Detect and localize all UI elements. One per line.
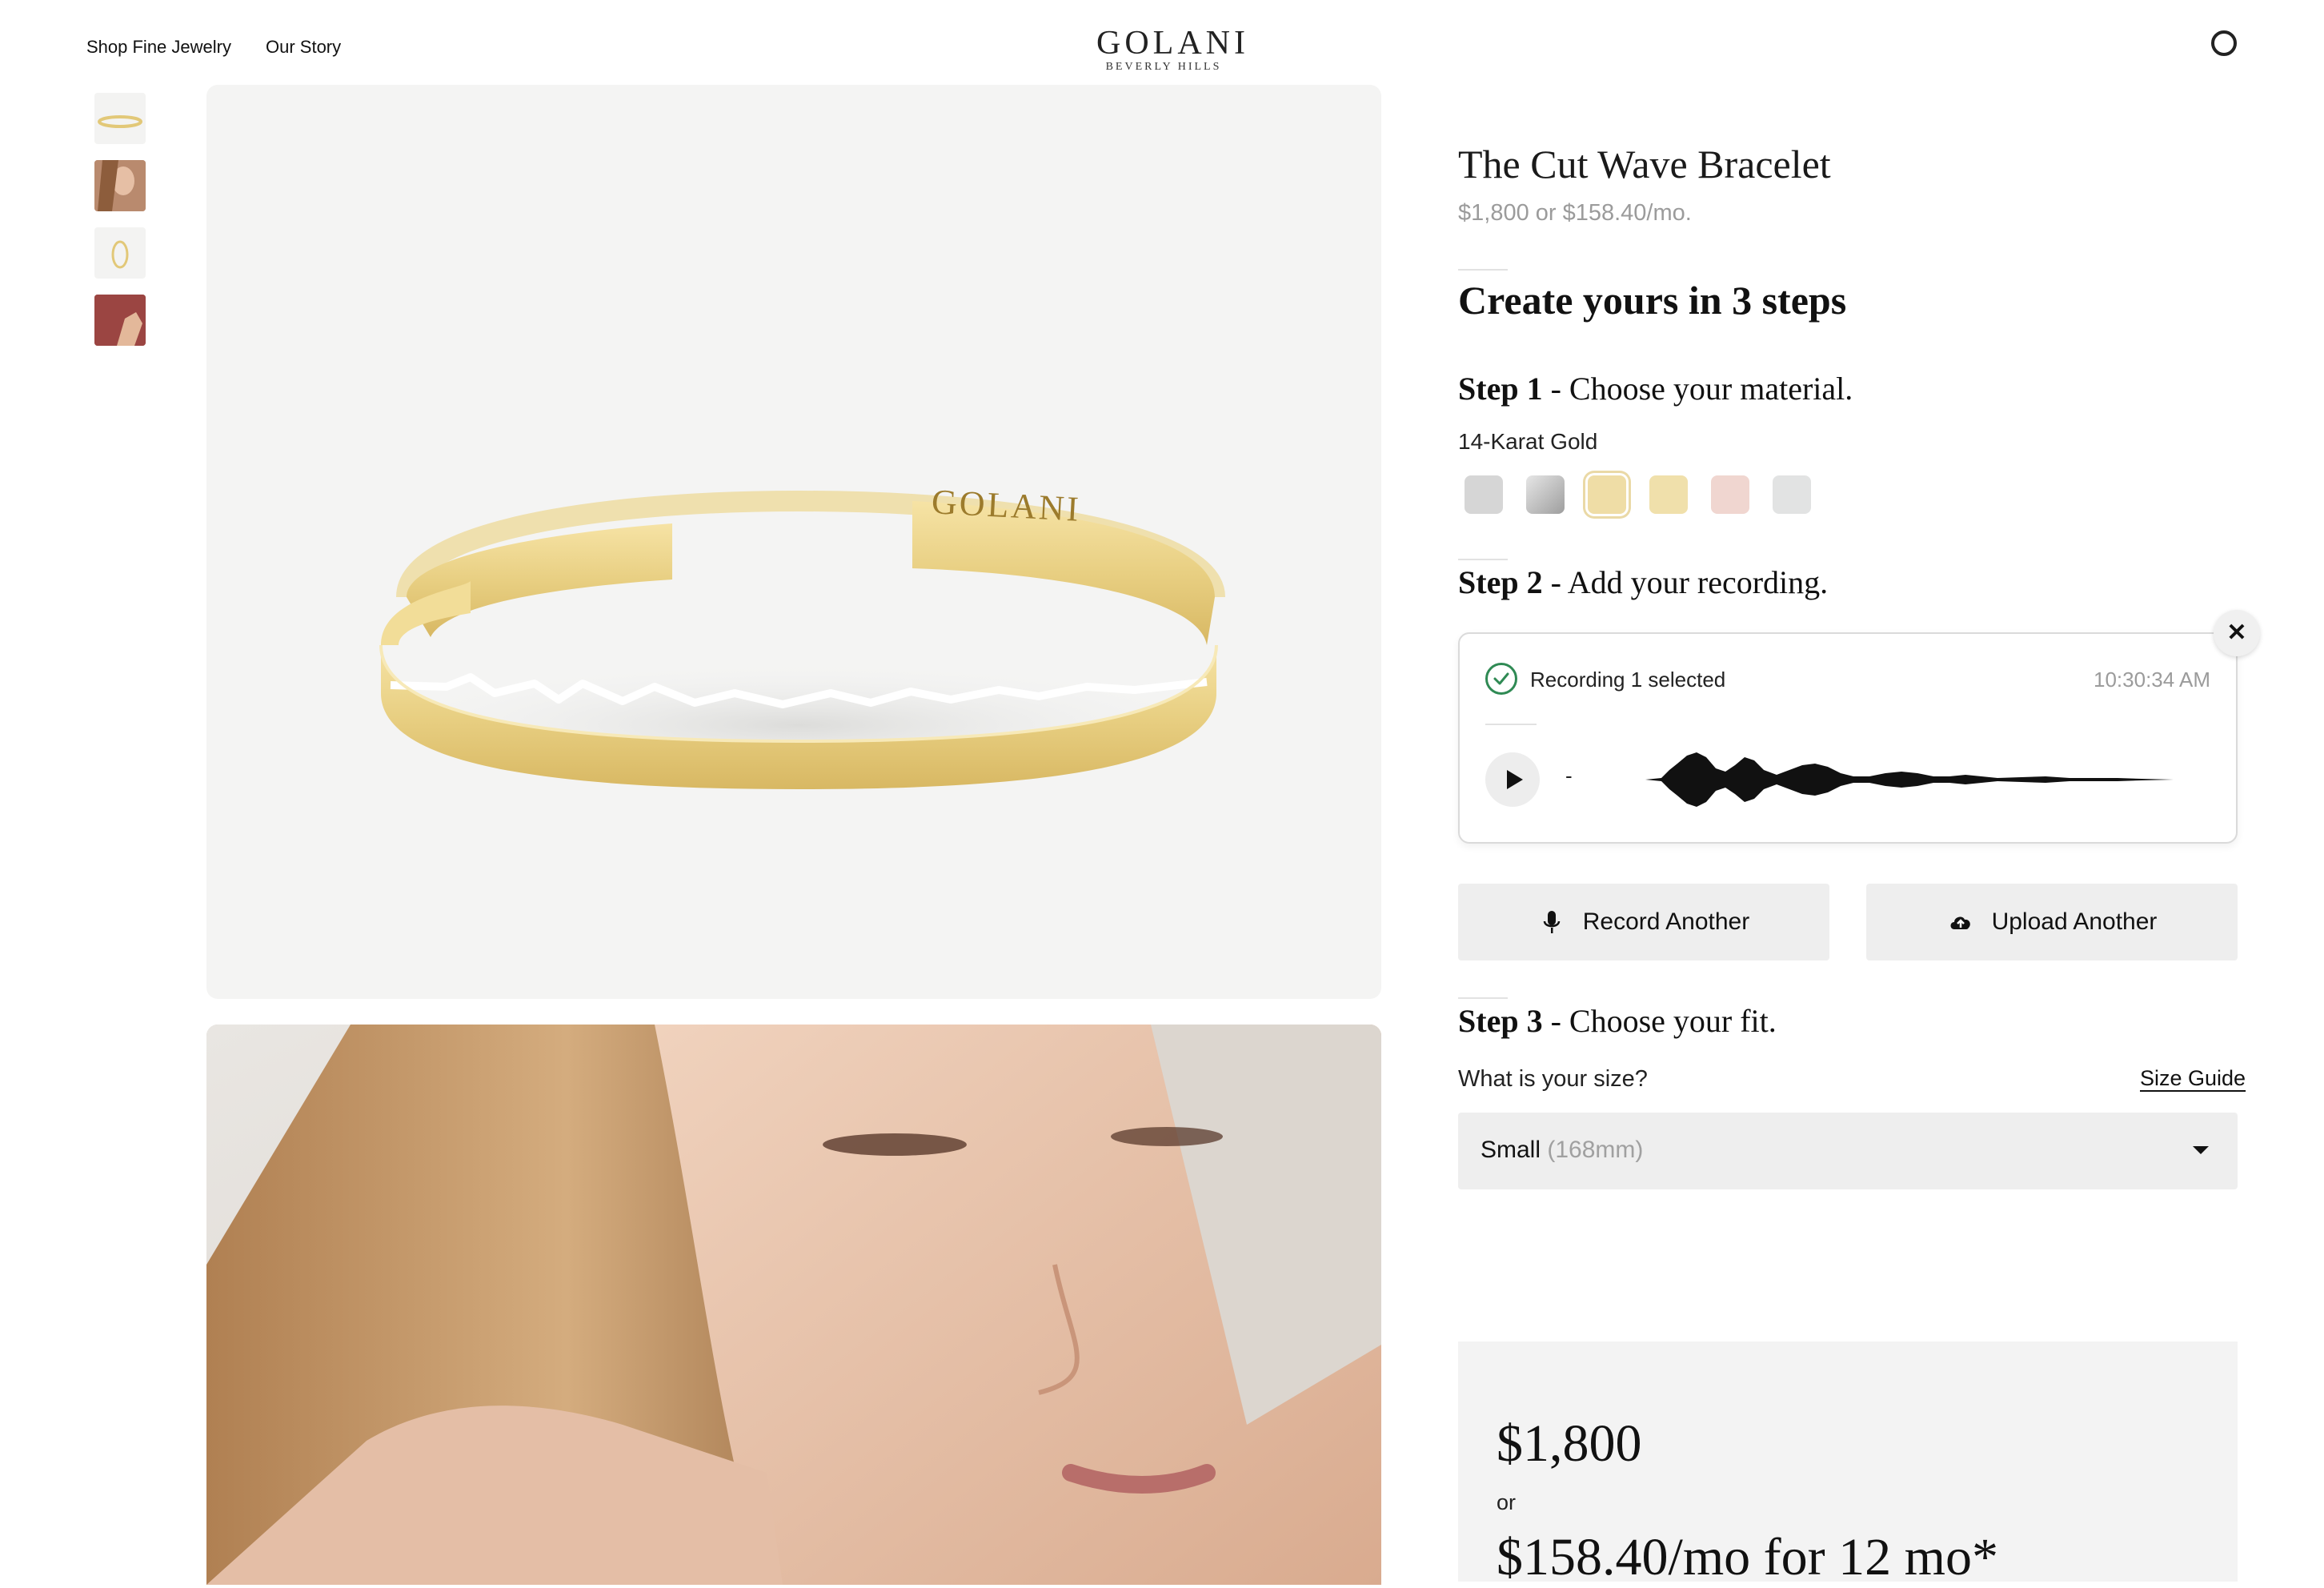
model-image bbox=[206, 1025, 1381, 1585]
steps-heading: Create yours in 3 steps bbox=[1458, 278, 1847, 323]
size-guide-link[interactable]: Size Guide bbox=[2140, 1066, 2246, 1091]
upload-another-label: Upload Another bbox=[1991, 908, 2158, 935]
bracelet-thumb-icon bbox=[98, 115, 142, 128]
playback-time: - bbox=[1565, 764, 1573, 788]
model-thumb-image bbox=[94, 160, 146, 211]
size-question: What is your size? bbox=[1458, 1066, 1648, 1092]
size-detail: (168mm) bbox=[1547, 1137, 1644, 1163]
product-title: The Cut Wave Bracelet bbox=[1458, 142, 1831, 186]
price-monthly: $158.40/mo for 12 mo* bbox=[1497, 1528, 1998, 1586]
divider bbox=[1458, 997, 1508, 999]
swatch-14k-gold[interactable] bbox=[1588, 475, 1626, 514]
close-icon[interactable]: ✕ bbox=[2214, 610, 2260, 656]
play-button[interactable] bbox=[1485, 752, 1540, 807]
model-red-thumb-image bbox=[94, 295, 146, 346]
microphone-icon bbox=[1543, 911, 1561, 933]
step-2-heading: Step 2 - Add your recording. bbox=[1458, 563, 1828, 601]
logo[interactable]: GOLANI BEVERLY HILLS bbox=[1096, 24, 1249, 74]
nav-our-story[interactable]: Our Story bbox=[266, 37, 341, 58]
price-or: or bbox=[1497, 1490, 1517, 1514]
step-1-heading: Step 1 - Choose your material. bbox=[1458, 370, 1853, 407]
bracelet-illustration bbox=[351, 490, 1247, 789]
step-2-text: - Add your recording. bbox=[1542, 564, 1829, 600]
product-price-line: $1,800 or $158.40/mo. bbox=[1458, 200, 1692, 226]
step-1-number: Step 1 bbox=[1458, 371, 1543, 407]
size-select[interactable]: Small (168mm) bbox=[1458, 1113, 2238, 1189]
size-selected-value: Small (168mm) bbox=[1481, 1137, 1643, 1164]
logo-subtext: BEVERLY HILLS bbox=[1105, 61, 1222, 73]
price-summary: $1,800 or $158.40/mo for 12 mo* bbox=[1458, 1341, 2238, 1586]
step-1-text: - Choose your material. bbox=[1542, 371, 1853, 407]
record-another-label: Record Another bbox=[1582, 908, 1750, 935]
thumbnail-model[interactable] bbox=[94, 160, 146, 211]
step-3-text: - Choose your fit. bbox=[1542, 1003, 1777, 1039]
recording-time: 10:30:34 AM bbox=[2094, 668, 2210, 692]
swatch-silver[interactable] bbox=[1465, 475, 1503, 514]
step-2-number: Step 2 bbox=[1458, 564, 1543, 600]
account-icon[interactable] bbox=[2211, 30, 2237, 56]
hero-product-image: GOLANI bbox=[206, 85, 1381, 999]
model-illustration bbox=[206, 1025, 1381, 1585]
nav-shop-fine-jewelry[interactable]: Shop Fine Jewelry bbox=[86, 37, 231, 58]
swatch-gold-vermeil[interactable] bbox=[1649, 475, 1688, 514]
bracelet-engraving: GOLANI bbox=[930, 482, 1082, 529]
waveform bbox=[1645, 752, 2174, 807]
divider bbox=[1458, 269, 1508, 271]
recording-label: Recording 1 selected bbox=[1530, 668, 1726, 692]
size-value: Small bbox=[1481, 1137, 1541, 1163]
step-3-number: Step 3 bbox=[1458, 1003, 1543, 1039]
thumbnail-bracelet[interactable] bbox=[94, 93, 146, 144]
thumbnail-model-red[interactable] bbox=[94, 295, 146, 346]
divider bbox=[1458, 559, 1508, 560]
check-circle-icon bbox=[1485, 663, 1517, 695]
swatch-stainless[interactable] bbox=[1526, 475, 1565, 514]
swatch-rose-gold[interactable] bbox=[1711, 475, 1749, 514]
upload-another-button[interactable]: Upload Another bbox=[1866, 884, 2238, 960]
chevron-down-icon bbox=[2193, 1146, 2209, 1154]
cloud-upload-icon bbox=[1950, 916, 1970, 929]
swatch-white-gold[interactable] bbox=[1773, 475, 1811, 514]
material-label: 14-Karat Gold bbox=[1458, 429, 1598, 454]
play-icon bbox=[1507, 770, 1523, 789]
divider bbox=[1485, 724, 1537, 725]
thumbnail-bracelet-top[interactable] bbox=[94, 227, 146, 279]
bracelet-top-thumb-icon bbox=[111, 240, 129, 269]
step-3-heading: Step 3 - Choose your fit. bbox=[1458, 1002, 1777, 1040]
recording-card: Recording 1 selected 10:30:34 AM - bbox=[1458, 632, 2238, 844]
record-another-button[interactable]: Record Another bbox=[1458, 884, 1829, 960]
price-total: $1,800 bbox=[1497, 1414, 1642, 1473]
logo-text: GOLANI bbox=[1096, 25, 1249, 62]
